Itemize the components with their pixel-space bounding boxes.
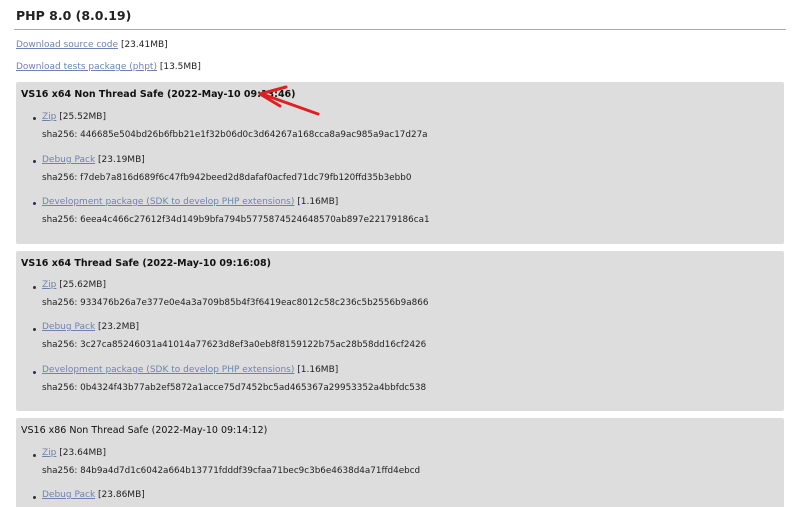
file-row: Development package (SDK to develop PHP … [42,197,338,207]
file-row: Debug Pack [23.19MB] [42,155,145,165]
debug-pack-link[interactable]: Debug Pack [42,490,95,500]
sha-hash: sha256: 0b4324f43b77ab2ef5872a1acce75d74… [42,383,427,393]
source-size: [23.41MB] [120,40,168,50]
sha-hash: sha256: f7deb7a816d689f6c47fb942beed2d8d… [42,173,412,183]
zip-link[interactable]: Zip [42,112,56,122]
bullet-icon [33,328,36,331]
file-size: [23.2MB] [98,322,140,332]
bullet-icon [33,117,36,120]
debug-pack-link[interactable]: Debug Pack [42,155,95,165]
file-row: Development package (SDK to develop PHP … [42,365,338,375]
arrow-shaft [260,92,320,116]
sha-hash: sha256: 84b9a4d7d1c6042a664b13771fdddf39… [42,466,421,476]
downloads-page: PHP 8.0 (8.0.19) Download source code [2… [0,0,800,507]
zip-link[interactable]: Zip [42,280,56,290]
bullet-icon [33,286,36,289]
build-title: VS16 x86 Non Thread Safe (2022-May-10 09… [21,425,268,436]
file-size: [23.64MB] [59,448,106,458]
file-row: Debug Pack [23.86MB] [42,490,145,500]
build-title: VS16 x64 Thread Safe (2022-May-10 09:16:… [21,258,271,269]
red-arrow-icon [258,85,320,116]
sha-hash: sha256: 3c27ca85246031a41014a77623d8ef3a… [42,340,427,350]
bullet-icon [33,202,36,205]
file-size: [1.16MB] [297,365,339,375]
build-section: VS16 x86 Non Thread Safe (2022-May-10 09… [16,418,784,507]
source-download-row: Download source code [23.41MB] [16,40,168,50]
bullet-icon [33,160,36,163]
file-row: Zip [25.62MB] [42,280,106,290]
build-section: VS16 x64 Non Thread Safe (2022-May-10 09… [16,82,784,244]
bullet-icon [33,371,36,374]
file-row: Debug Pack [23.2MB] [42,322,139,332]
download-tests-link[interactable]: Download tests package (phpt) [16,62,157,72]
file-size: [25.52MB] [59,112,106,122]
file-size: [1.16MB] [297,197,339,207]
debug-pack-link[interactable]: Debug Pack [42,322,95,332]
dev-package-link[interactable]: Development package (SDK to develop PHP … [42,197,294,207]
dev-package-link[interactable]: Development package (SDK to develop PHP … [42,365,294,375]
file-row: Zip [25.52MB] [42,112,106,122]
sha-hash: sha256: 6eea4c466c27612f34d149b9bfa794b5… [42,215,430,225]
file-size: [23.86MB] [98,490,145,500]
file-size: [23.19MB] [98,155,145,165]
bullet-icon [33,496,36,499]
file-size: [25.62MB] [59,280,106,290]
sha-hash: sha256: 446685e504bd26b6fbb21e1f32b06d0c… [42,130,428,140]
bullet-icon [33,454,36,457]
tests-download-row: Download tests package (phpt) [13.5MB] [16,62,201,72]
tests-size: [13.5MB] [159,62,201,72]
file-row: Zip [23.64MB] [42,448,106,458]
page-title: PHP 8.0 (8.0.19) [16,8,132,23]
download-source-link[interactable]: Download source code [16,40,118,50]
build-section: VS16 x64 Thread Safe (2022-May-10 09:16:… [16,251,784,411]
title-divider [14,29,786,30]
sha-hash: sha256: 933476b26a7e377e0e4a3a709b85b4f3… [42,298,429,308]
zip-link[interactable]: Zip [42,448,56,458]
